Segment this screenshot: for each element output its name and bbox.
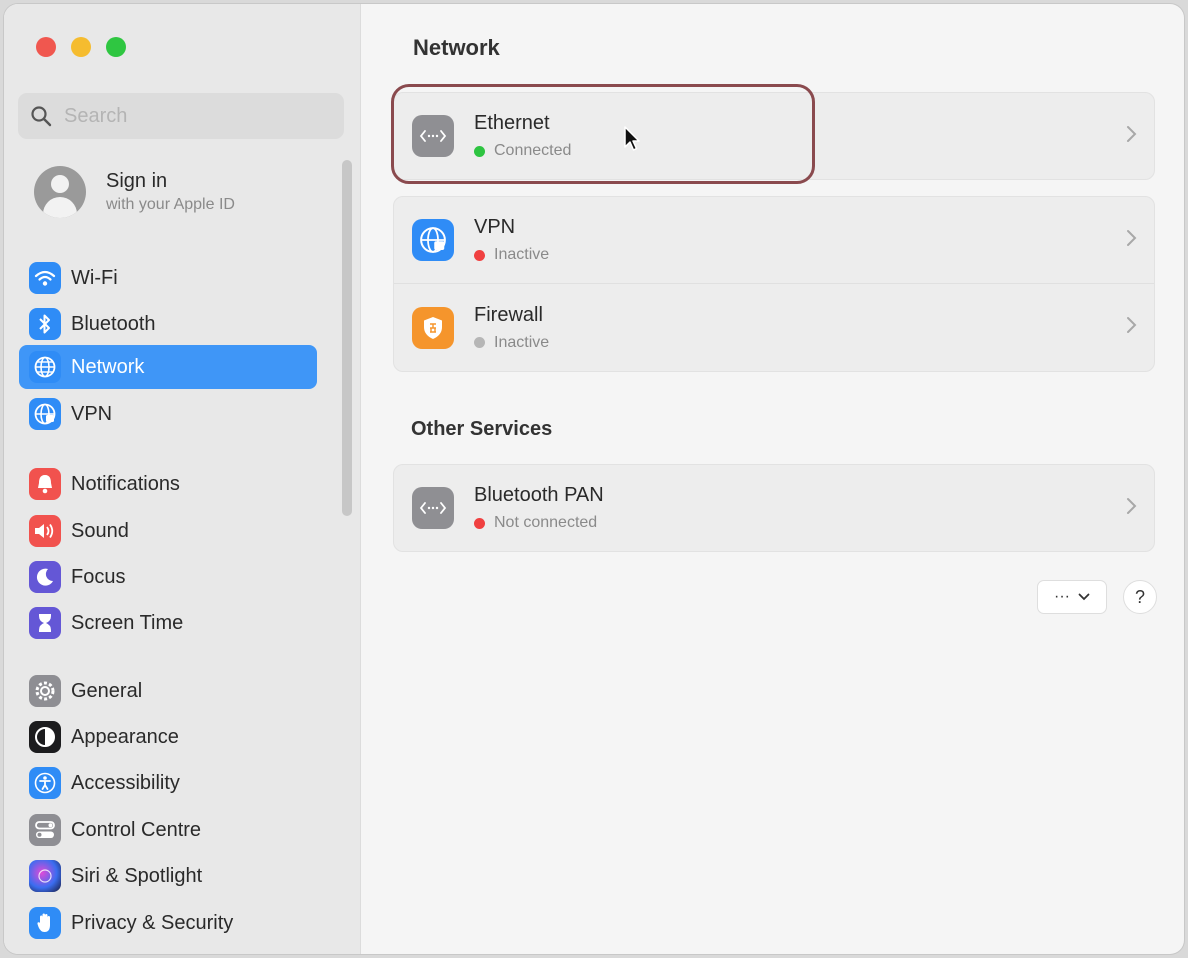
sidebar-item-sound[interactable]: Sound xyxy=(19,509,317,553)
service-row-firewall[interactable]: Firewall Inactive xyxy=(394,283,1154,371)
service-name: Bluetooth PAN xyxy=(474,484,604,506)
service-name: Firewall xyxy=(474,303,543,326)
service-status: Inactive xyxy=(494,333,550,351)
appearance-icon xyxy=(29,721,61,753)
chevron-down-icon xyxy=(1078,593,1090,601)
vpn-globe-icon xyxy=(29,398,61,430)
search-icon xyxy=(31,106,52,127)
sidebar-item-label: Network xyxy=(71,355,145,378)
sidebar-item-label: Control Centre xyxy=(71,818,202,841)
sidebar-item-screen-time[interactable]: Screen Time xyxy=(19,601,317,645)
network-pane: Network Ethernet Connected VPN Inactive … xyxy=(361,4,1184,954)
search-input[interactable] xyxy=(62,103,326,129)
sidebar-scrollbar[interactable] xyxy=(342,160,352,516)
sidebar-item-bluetooth[interactable]: Bluetooth xyxy=(19,302,317,346)
account-title: Sign in xyxy=(106,170,168,192)
sidebar-item-label: Screen Time xyxy=(71,611,184,634)
sidebar-item-focus[interactable]: Focus xyxy=(19,555,317,599)
sidebar-item-label: Notifications xyxy=(71,472,180,495)
wifi-icon xyxy=(29,262,61,294)
page-title: Network xyxy=(413,35,500,60)
bluetooth-icon xyxy=(29,308,61,340)
status-dot xyxy=(474,249,485,261)
firewall-icon xyxy=(412,306,454,349)
sidebar-item-control-centre[interactable]: Control Centre xyxy=(19,808,317,852)
gear-icon xyxy=(29,675,61,707)
moon-icon xyxy=(29,561,61,593)
sidebar-item-siri-spotlight[interactable]: Siri & Spotlight xyxy=(19,854,317,898)
sidebar-item-label: Wi-Fi xyxy=(71,266,118,289)
sidebar-item-accessibility[interactable]: Accessibility xyxy=(19,761,317,805)
mouse-cursor-icon xyxy=(624,126,640,151)
service-row-vpn[interactable]: VPN Inactive xyxy=(394,197,1154,283)
sidebar-item-label: Sound xyxy=(71,519,129,542)
sidebar-item-general[interactable]: General xyxy=(19,669,317,713)
chevron-right-icon xyxy=(1127,498,1137,514)
sidebar-item-label: VPN xyxy=(71,402,113,425)
bell-icon xyxy=(29,468,61,500)
status-dot xyxy=(474,517,485,529)
sidebar-item-network[interactable]: Network xyxy=(19,345,317,389)
sidebar: Sign in with your Apple ID Wi-Fi Bluetoo… xyxy=(4,4,361,954)
sidebar-item-notifications[interactable]: Notifications xyxy=(19,462,317,506)
service-status: Not connected xyxy=(494,514,598,531)
speaker-icon xyxy=(29,515,61,547)
help-button[interactable]: ? xyxy=(1123,580,1157,614)
control-centre-icon xyxy=(29,814,61,846)
service-status: Inactive xyxy=(494,246,550,263)
sidebar-item-label: Accessibility xyxy=(71,771,180,794)
status-dot xyxy=(474,337,485,348)
window-controls xyxy=(36,37,126,57)
hourglass-icon xyxy=(29,607,61,639)
sidebar-search[interactable] xyxy=(18,93,344,139)
accessibility-icon xyxy=(29,767,61,799)
avatar xyxy=(34,166,86,218)
sidebar-item-label: Focus xyxy=(71,565,126,588)
sidebar-item-label: General xyxy=(71,679,143,702)
vpn-globe-icon xyxy=(412,219,454,261)
more-actions-label: ··· xyxy=(1054,588,1070,605)
sidebar-item-label: Appearance xyxy=(71,725,179,748)
sidebar-item-label: Siri & Spotlight xyxy=(71,864,203,887)
hand-icon xyxy=(29,907,61,939)
sidebar-item-appearance[interactable]: Appearance xyxy=(19,715,317,759)
sidebar-item-label: Privacy & Security xyxy=(71,911,234,934)
maximize-window-button[interactable] xyxy=(106,37,126,57)
apple-id-account[interactable]: Sign in with your Apple ID xyxy=(34,166,235,218)
chevron-right-icon xyxy=(1127,317,1137,333)
siri-icon xyxy=(29,860,61,892)
globe-icon xyxy=(29,351,61,383)
chevron-right-icon xyxy=(1127,126,1137,142)
ethernet-icon xyxy=(412,487,454,529)
service-row-bluetooth-pan[interactable]: Bluetooth PAN Not connected xyxy=(394,465,1154,551)
close-window-button[interactable] xyxy=(36,37,56,57)
secondary-services-group: VPN Inactive Firewall Inactive xyxy=(393,196,1155,372)
settings-window: Sign in with your Apple ID Wi-Fi Bluetoo… xyxy=(4,4,1184,954)
service-name: VPN xyxy=(474,216,516,238)
account-subtitle: with your Apple ID xyxy=(106,196,235,213)
chevron-right-icon xyxy=(1127,230,1137,246)
other-services-group: Bluetooth PAN Not connected xyxy=(393,464,1155,552)
sidebar-item-vpn[interactable]: VPN xyxy=(19,392,317,436)
sidebar-item-privacy-security[interactable]: Privacy & Security xyxy=(19,901,317,945)
ethernet-highlight-annotation xyxy=(391,84,815,184)
sidebar-item-label: Bluetooth xyxy=(71,312,156,335)
other-services-heading: Other Services xyxy=(411,418,553,440)
more-actions-button[interactable]: ··· xyxy=(1037,580,1107,614)
sidebar-item-wifi[interactable]: Wi-Fi xyxy=(19,256,317,300)
minimize-window-button[interactable] xyxy=(71,37,91,57)
